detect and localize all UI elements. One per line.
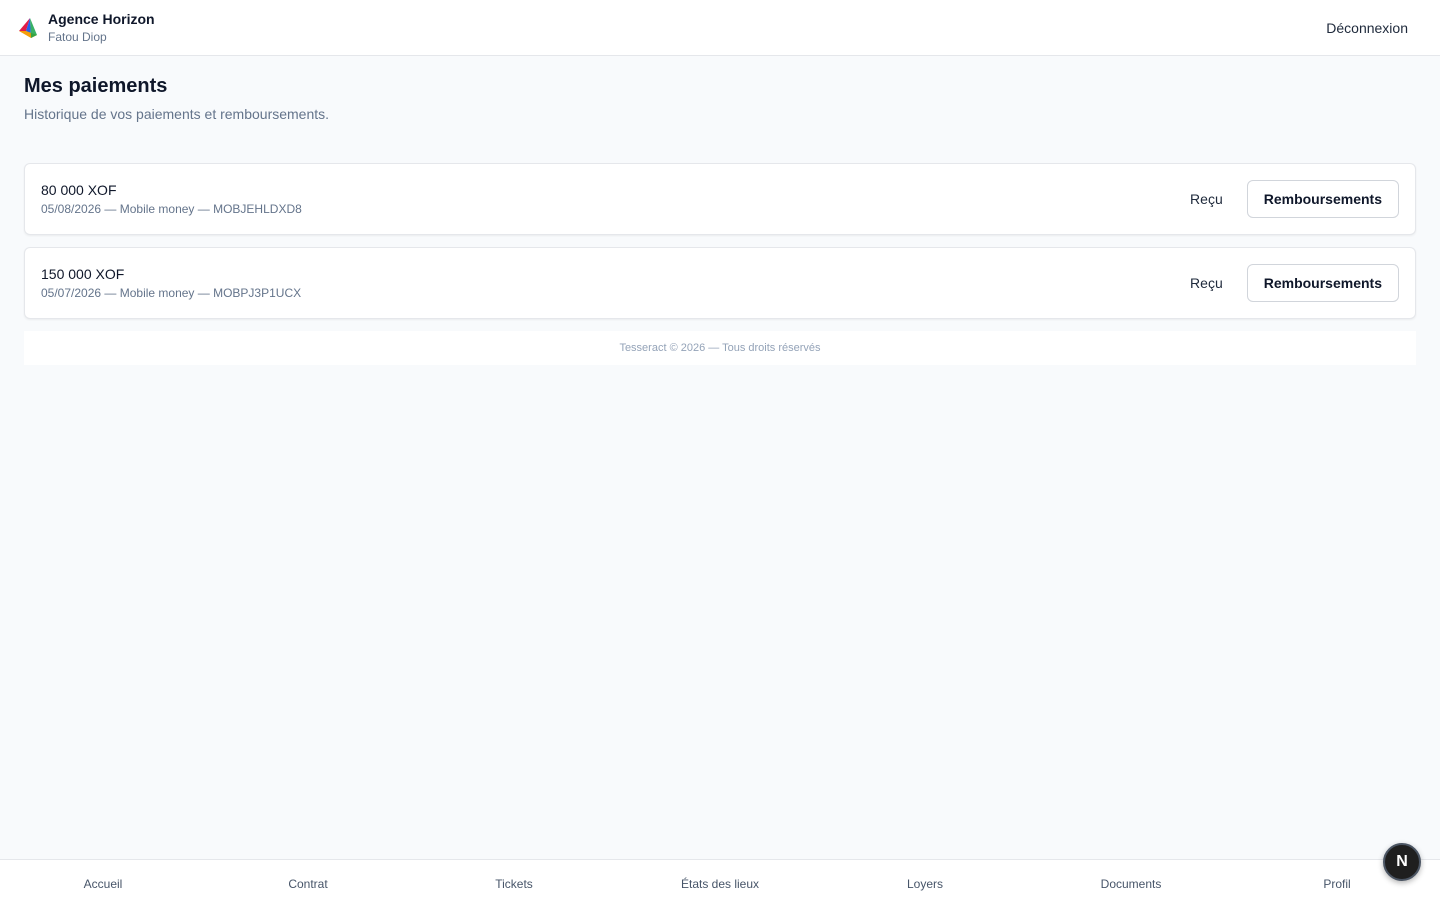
payment-actions: Reçu Remboursements [1174, 264, 1399, 302]
payment-amount: 80 000 XOF [41, 182, 117, 198]
bottom-nav: Accueil Contrat Tickets États des lieux … [0, 859, 1440, 900]
nav-item-accueil[interactable]: Accueil [84, 877, 123, 891]
payment-card: 150 000 XOF 05/07/2026 — Mobile money — … [24, 247, 1416, 319]
payments-list: 80 000 XOF 05/08/2026 — Mobile money — M… [24, 163, 1416, 365]
payment-actions: Reçu Remboursements [1174, 180, 1399, 218]
fab-label: N [1396, 853, 1408, 870]
page-subtitle: Historique de vos paiements et rembourse… [24, 106, 330, 122]
footer-text: Tesseract © 2026 — Tous droits réservés [619, 342, 821, 354]
receipt-button[interactable]: Reçu [1174, 181, 1239, 217]
refunds-button[interactable]: Remboursements [1246, 264, 1399, 302]
brand-text: Agence Horizon Fatou Diop [48, 11, 155, 44]
page-title: Mes paiements [24, 75, 168, 97]
receipt-button[interactable]: Reçu [1174, 265, 1239, 301]
nav-item-contrat[interactable]: Contrat [288, 877, 327, 891]
page-footer: Tesseract © 2026 — Tous droits réservés [24, 331, 1416, 365]
nav-item-loyers[interactable]: Loyers [907, 877, 943, 891]
nav-item-tickets[interactable]: Tickets [495, 877, 533, 891]
payment-info: 80 000 XOF 05/08/2026 — Mobile money — M… [41, 182, 302, 216]
nav-item-etats-des-lieux[interactable]: États des lieux [681, 877, 759, 891]
nav-item-documents[interactable]: Documents [1101, 877, 1162, 891]
user-name: Fatou Diop [48, 29, 107, 44]
payment-meta: 05/08/2026 — Mobile money — MOBJEHLDXD8 [41, 202, 302, 216]
brand[interactable]: Agence Horizon Fatou Diop [16, 11, 155, 44]
payment-amount: 150 000 XOF [41, 266, 125, 282]
nextjs-dev-icon[interactable]: N [1383, 843, 1421, 881]
payment-meta: 05/07/2026 — Mobile money — MOBPJ3P1UCX [41, 286, 302, 300]
agency-name: Agence Horizon [48, 10, 155, 27]
logout-button[interactable]: Déconnexion [1326, 20, 1408, 36]
payment-info: 150 000 XOF 05/07/2026 — Mobile money — … [41, 266, 301, 300]
nav-item-profil[interactable]: Profil [1323, 877, 1350, 891]
main-content: Mes paiements Historique de vos paiement… [24, 56, 1416, 365]
agency-logo-icon [19, 17, 37, 38]
refunds-button[interactable]: Remboursements [1246, 180, 1399, 218]
top-bar: Agence Horizon Fatou Diop Déconnexion [0, 0, 1440, 56]
payment-card: 80 000 XOF 05/08/2026 — Mobile money — M… [24, 163, 1416, 235]
